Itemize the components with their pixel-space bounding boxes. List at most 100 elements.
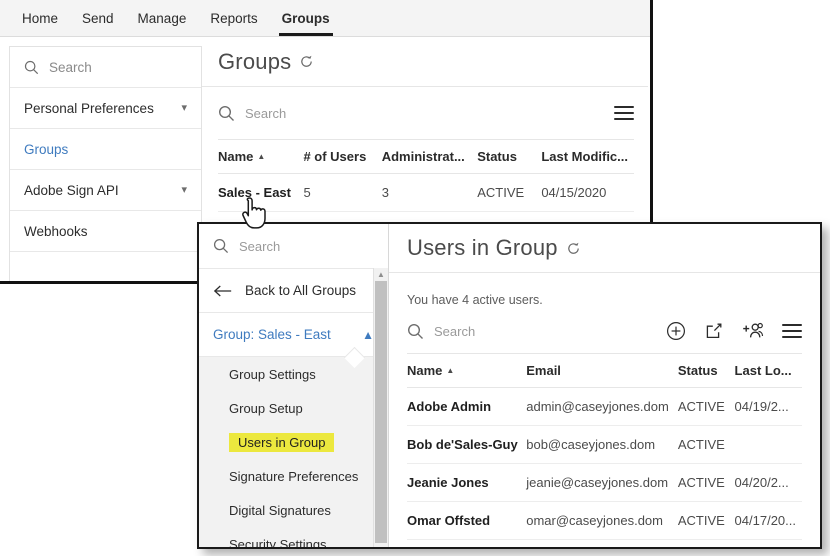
users-col-status-label: Status: [677, 363, 718, 378]
sidebar-item-adobe-sign-api[interactable]: Adobe Sign API ▾: [10, 170, 201, 211]
add-users-group-icon[interactable]: [742, 321, 764, 341]
user-email-cell: jeanie@caseyjones.dom: [526, 463, 678, 502]
nav-tab-groups[interactable]: Groups: [270, 0, 342, 36]
nav-tab-reports-label: Reports: [210, 10, 258, 26]
user-name-cell[interactable]: Bob de'Sales-Guy: [407, 425, 527, 464]
group-header-toggle[interactable]: Group: Sales - East ▲: [199, 313, 388, 357]
account-sidebar: Search Personal Preferences ▾ Groups Ado…: [9, 46, 202, 281]
sidebar-item-webhooks[interactable]: Webhooks: [10, 211, 201, 252]
sidebar-item-empty: [10, 252, 201, 281]
user-email-cell: omar@caseyjones.dom: [526, 501, 678, 540]
users-in-group-window: Search Back to All Groups Group: Sales -…: [197, 222, 822, 549]
search-icon: [213, 238, 229, 254]
groups-search-placeholder: Search: [245, 105, 287, 121]
hamburger-menu-icon[interactable]: [614, 106, 634, 120]
nav-tab-manage[interactable]: Manage: [126, 0, 199, 36]
group-sidebar: Search Back to All Groups Group: Sales -…: [199, 224, 389, 547]
groups-col-users-label: # of Users: [303, 149, 367, 164]
hamburger-menu-icon[interactable]: [782, 324, 802, 338]
users-col-name[interactable]: Name ▲: [407, 353, 527, 388]
chevron-down-icon: ▾: [181, 183, 187, 196]
sort-asc-icon: ▲: [446, 366, 455, 375]
groups-col-name[interactable]: Name ▲: [218, 139, 304, 174]
refresh-icon[interactable]: [566, 241, 581, 256]
account-search-placeholder: Search: [49, 59, 92, 75]
chevron-down-icon: ▾: [181, 101, 187, 114]
users-search-input[interactable]: Search: [407, 323, 648, 340]
group-menu-item-group-settings-label: Group Settings: [229, 366, 316, 382]
back-to-all-groups-button[interactable]: Back to All Groups: [199, 269, 388, 313]
group-submenu: Group Settings Group Setup Users in Grou…: [199, 357, 388, 549]
groups-col-administrators[interactable]: Administrat...: [381, 139, 478, 174]
user-last-login-cell: [734, 425, 802, 464]
nav-tab-manage-label: Manage: [137, 10, 187, 26]
groups-col-administrators-label: Administrat...: [381, 149, 465, 164]
table-row[interactable]: Omar Offsted omar@caseyjones.dom ACTIVE …: [407, 501, 802, 540]
search-icon: [407, 323, 424, 340]
add-user-plus-circle-icon[interactable]: [666, 321, 686, 341]
users-toolbar: Search: [389, 307, 820, 353]
group-menu-item-users-in-group-label: Users in Group: [229, 432, 335, 452]
table-row[interactable]: Adobe Admin admin@caseyjones.dom ACTIVE …: [407, 387, 802, 426]
group-menu-item-group-settings[interactable]: Group Settings: [199, 357, 388, 391]
groups-col-status-label: Status: [477, 149, 517, 164]
share-export-icon[interactable]: [704, 321, 724, 341]
account-sidebar-search[interactable]: Search: [10, 47, 201, 88]
user-status-cell: ACTIVE: [677, 387, 735, 426]
users-search-placeholder: Search: [434, 323, 476, 339]
user-status-cell: ACTIVE: [677, 425, 735, 464]
groups-col-users[interactable]: # of Users: [303, 139, 382, 174]
group-menu-item-security-settings[interactable]: Security Settings: [199, 527, 388, 549]
table-row[interactable]: Bob de'Sales-Guy bob@caseyjones.dom ACTI…: [407, 425, 802, 464]
groups-search-input[interactable]: Search: [218, 105, 604, 122]
group-header-label: Group: Sales - East: [213, 327, 331, 342]
users-col-last-login[interactable]: Last Lo...: [734, 353, 802, 388]
users-col-status[interactable]: Status: [677, 353, 735, 388]
group-status-cell: ACTIVE: [477, 173, 542, 212]
groups-table-header-row: Name▲ # of Users Administrat... Status: [218, 139, 634, 174]
sidebar-item-personal-preferences[interactable]: Personal Preferences ▾: [10, 88, 201, 129]
group-menu-item-group-setup[interactable]: Group Setup: [199, 391, 388, 425]
users-col-email[interactable]: Email: [526, 353, 678, 388]
search-icon: [218, 105, 235, 122]
users-col-email-label: Email: [526, 363, 561, 378]
active-users-note: You have 4 active users.: [407, 293, 543, 307]
group-menu-item-group-setup-label: Group Setup: [229, 400, 303, 416]
nav-tab-send-label: Send: [82, 10, 114, 26]
group-name-cell[interactable]: Sales - East: [218, 173, 304, 212]
users-table-container: Name ▲ Email Status Last Lo... Adobe Adm…: [389, 353, 820, 540]
group-sidebar-search[interactable]: Search: [199, 224, 388, 269]
group-menu-item-users-in-group[interactable]: Users in Group: [199, 425, 388, 459]
refresh-icon[interactable]: [299, 54, 314, 69]
groups-col-last-modified[interactable]: Last Modific...: [541, 139, 634, 174]
page-title: Groups: [218, 48, 292, 74]
groups-toolbar: Search: [202, 87, 650, 139]
sidebar-item-groups[interactable]: Groups: [10, 129, 201, 170]
nav-tab-reports[interactable]: Reports: [198, 0, 269, 36]
nav-tab-groups-label: Groups: [281, 10, 330, 26]
scroll-up-arrow-icon[interactable]: ▲: [374, 268, 388, 281]
users-table-header-row: Name ▲ Email Status Last Lo...: [407, 353, 802, 388]
sidebar-item-webhooks-label: Webhooks: [24, 223, 88, 239]
nav-tab-send[interactable]: Send: [70, 0, 126, 36]
groups-col-status[interactable]: Status: [477, 139, 542, 174]
group-administrators-cell: 3: [381, 173, 478, 212]
user-name-cell[interactable]: Omar Offsted: [407, 501, 527, 540]
back-to-all-groups-label: Back to All Groups: [245, 283, 357, 298]
nav-tab-home[interactable]: Home: [10, 0, 70, 36]
scrollbar-thumb[interactable]: [375, 281, 387, 543]
table-row[interactable]: Jeanie Jones jeanie@caseyjones.dom ACTIV…: [407, 463, 802, 502]
user-status-cell: ACTIVE: [677, 501, 735, 540]
users-table: Name ▲ Email Status Last Lo... Adobe Adm…: [407, 353, 802, 540]
users-col-last-login-label: Last Lo...: [734, 363, 792, 378]
sidebar-item-adobe-sign-api-label: Adobe Sign API: [24, 182, 119, 198]
group-menu-item-signature-preferences[interactable]: Signature Preferences: [199, 459, 388, 493]
user-name-cell[interactable]: Jeanie Jones: [407, 463, 527, 502]
group-sidebar-scrollbar[interactable]: ▲: [373, 268, 388, 547]
arrow-left-icon: [213, 284, 233, 298]
table-row[interactable]: Sales - East 5 3 ACTIVE 04/15/2020: [218, 173, 634, 212]
group-menu-item-security-settings-label: Security Settings: [229, 536, 327, 549]
group-menu-item-digital-signatures[interactable]: Digital Signatures: [199, 493, 388, 527]
user-name-cell[interactable]: Adobe Admin: [407, 387, 527, 426]
group-menu-item-signature-preferences-label: Signature Preferences: [229, 468, 359, 484]
